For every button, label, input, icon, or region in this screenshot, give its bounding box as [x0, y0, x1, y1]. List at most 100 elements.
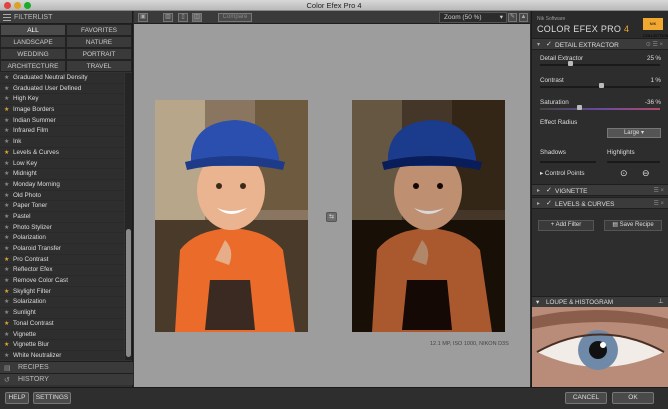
- filter-list-item[interactable]: ★ Old Photo: [0, 191, 124, 202]
- favorite-star-icon[interactable]: ★: [4, 233, 9, 244]
- filter-list-item[interactable]: ★ Solarization: [0, 297, 124, 309]
- history-section[interactable]: ↺ HISTORY: [0, 373, 133, 385]
- favorite-star-icon[interactable]: ★: [4, 340, 9, 351]
- filter-list-item[interactable]: ★ Photo Stylizer: [0, 223, 124, 234]
- filter-list-item[interactable]: ★ Levels & Curves: [0, 148, 124, 159]
- filter-list-item[interactable]: ★ Infrared Film: [0, 126, 124, 138]
- filter-list-item[interactable]: ★ High Key: [0, 94, 124, 106]
- slider-handle[interactable]: [576, 105, 582, 110]
- filter-list-item[interactable]: ★ Sunlight: [0, 308, 124, 319]
- category-tab-nature[interactable]: NATURE: [66, 36, 132, 48]
- filter-list-item[interactable]: ★ Vignette: [0, 330, 124, 341]
- section-controls-icon[interactable]: ☰ ×: [653, 200, 664, 207]
- favorite-star-icon[interactable]: ★: [4, 201, 9, 212]
- vignette-checkbox[interactable]: ✓: [546, 186, 552, 194]
- param-slider[interactable]: [540, 108, 660, 110]
- filter-list-item[interactable]: ★ Skylight Filter: [0, 287, 124, 298]
- category-tab-architecture[interactable]: ARCHITECTURE: [0, 60, 66, 72]
- ok-button[interactable]: OK: [612, 392, 654, 404]
- favorite-star-icon[interactable]: ★: [4, 319, 9, 330]
- favorite-star-icon[interactable]: ★: [4, 223, 9, 234]
- favorite-star-icon[interactable]: ★: [4, 159, 9, 170]
- filter-list-item[interactable]: ★ Tonal Contrast: [0, 319, 124, 330]
- favorite-star-icon[interactable]: ★: [4, 330, 9, 341]
- chevron-down-icon[interactable]: ▾: [537, 41, 540, 48]
- save-recipe-button[interactable]: ▤ Save Recipe: [604, 220, 662, 231]
- split-view-icon[interactable]: ▥: [163, 13, 173, 22]
- help-button[interactable]: HELP: [5, 392, 29, 404]
- filter-list-item[interactable]: ★ White Neutralizer: [0, 351, 124, 360]
- favorite-star-icon[interactable]: ★: [4, 126, 9, 137]
- detail-extractor-section-header[interactable]: ▾ ✓ DETAIL EXTRACTOR ⊙ ☰ ×: [532, 38, 668, 50]
- slider-handle[interactable]: [598, 83, 604, 88]
- filter-list-item[interactable]: ★ Pro Contrast: [0, 255, 124, 266]
- swap-view-icon[interactable]: ⇆: [326, 212, 337, 222]
- filter-list-header[interactable]: FILTERLIST: [0, 11, 132, 24]
- favorite-star-icon[interactable]: ★: [4, 169, 9, 180]
- filter-list-scroll-thumb[interactable]: [126, 229, 131, 357]
- loupe-histogram-header[interactable]: ▾ LOUPE & HISTOGRAM ⊥: [532, 296, 668, 307]
- favorite-star-icon[interactable]: ★: [4, 297, 9, 308]
- favorite-star-icon[interactable]: ★: [4, 308, 9, 319]
- side-by-side-icon[interactable]: ▯: [178, 13, 188, 22]
- favorite-star-icon[interactable]: ★: [4, 73, 9, 84]
- brush-icon[interactable]: ✎: [508, 13, 517, 22]
- levels-curves-section-header[interactable]: ▸ ✓ LEVELS & CURVES ☰ ×: [532, 197, 668, 209]
- compare-button[interactable]: Compare: [218, 13, 252, 22]
- filter-list-item[interactable]: ★ Pastel: [0, 212, 124, 223]
- detail-extractor-checkbox[interactable]: ✓: [546, 40, 552, 48]
- add-filter-button[interactable]: + Add Filter: [538, 220, 594, 231]
- favorite-star-icon[interactable]: ★: [4, 244, 9, 255]
- param-value[interactable]: 1: [650, 77, 654, 84]
- category-tab-landscape[interactable]: LANDSCAPE: [0, 36, 66, 48]
- levels-curves-checkbox[interactable]: ✓: [546, 199, 552, 207]
- filter-list-item[interactable]: ★ Midnight: [0, 169, 124, 180]
- favorite-star-icon[interactable]: ★: [4, 255, 9, 266]
- favorite-star-icon[interactable]: ★: [4, 137, 9, 148]
- filter-list-item[interactable]: ★ Reflector Efex: [0, 265, 124, 277]
- favorite-star-icon[interactable]: ★: [4, 148, 9, 159]
- settings-button[interactable]: SETTINGS: [33, 392, 71, 404]
- effect-radius-select[interactable]: Large ▾: [607, 128, 661, 138]
- favorite-star-icon[interactable]: ★: [4, 287, 9, 298]
- category-tab-travel[interactable]: TRAVEL: [66, 60, 132, 72]
- filter-list-item[interactable]: ★ Remove Color Cast: [0, 276, 124, 287]
- recipes-section[interactable]: ▤ RECIPES: [0, 361, 133, 373]
- section-controls-icon[interactable]: ☰ ×: [653, 187, 664, 194]
- favorite-star-icon[interactable]: ★: [4, 191, 9, 202]
- favorite-star-icon[interactable]: ★: [4, 351, 9, 360]
- favorite-star-icon[interactable]: ★: [4, 276, 9, 287]
- pin-icon[interactable]: ⊥: [658, 298, 664, 305]
- filter-list-item[interactable]: ★ Graduated User Defined: [0, 84, 124, 95]
- filter-list-item[interactable]: ★ Ink: [0, 137, 124, 148]
- shadows-slider[interactable]: [540, 161, 596, 163]
- category-tab-wedding[interactable]: WEDDING: [0, 48, 66, 60]
- cancel-button[interactable]: CANCEL: [565, 392, 607, 404]
- filter-list-item[interactable]: ★ Vignette Blur: [0, 340, 124, 351]
- filter-list-item[interactable]: ★ Low Key: [0, 159, 124, 170]
- remove-control-point-icon[interactable]: ⊖: [642, 168, 650, 179]
- histogram-icon[interactable]: ▲: [519, 13, 528, 22]
- menu-icon[interactable]: [3, 14, 11, 21]
- zoom-select[interactable]: Zoom (50 %) ▾: [439, 12, 507, 23]
- category-tab-all[interactable]: ALL: [0, 24, 66, 36]
- slider-handle[interactable]: [568, 61, 574, 66]
- param-value[interactable]: 25: [647, 55, 654, 62]
- param-slider[interactable]: [540, 64, 660, 66]
- add-control-point-icon[interactable]: ⊙: [620, 168, 628, 179]
- param-value[interactable]: -36: [645, 99, 654, 106]
- section-controls-icon[interactable]: ⊙ ☰ ×: [646, 41, 663, 48]
- chevron-right-icon[interactable]: ▸: [537, 187, 540, 194]
- filter-list-item[interactable]: ★ Graduated Neutral Density: [0, 73, 124, 84]
- single-view-icon[interactable]: ▣: [138, 13, 148, 22]
- control-points-row[interactable]: ▸ Control Points: [540, 170, 584, 177]
- category-tab-portrait[interactable]: PORTRAIT: [66, 48, 132, 60]
- favorite-star-icon[interactable]: ★: [4, 84, 9, 95]
- highlights-slider[interactable]: [607, 161, 660, 163]
- filter-list-item[interactable]: ★ Image Borders: [0, 105, 124, 116]
- favorite-star-icon[interactable]: ★: [4, 94, 9, 105]
- filter-list-item[interactable]: ★ Polarization: [0, 233, 124, 244]
- side-by-side-active-icon[interactable]: ◫: [192, 13, 202, 22]
- filter-list-item[interactable]: ★ Indian Summer: [0, 116, 124, 127]
- vignette-section-header[interactable]: ▸ ✓ VIGNETTE ☰ ×: [532, 184, 668, 196]
